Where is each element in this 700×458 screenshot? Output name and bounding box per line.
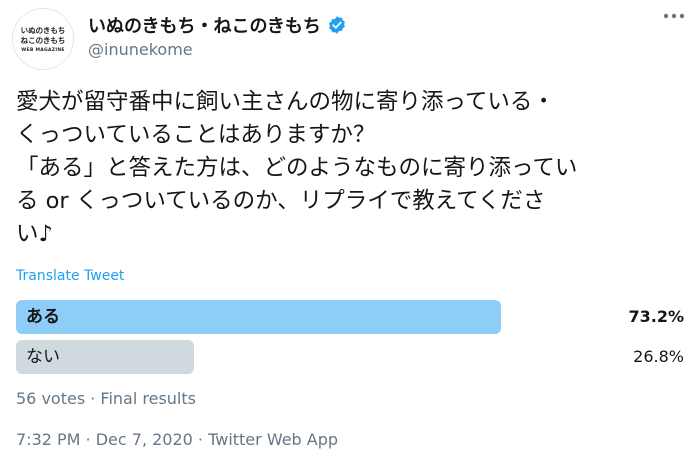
translate-tweet-link[interactable]: Translate Tweet [16,268,124,284]
more-options-icon[interactable] [660,6,688,26]
poll-option-label: ない [26,347,60,367]
poll-option-2: ない 26.8% [16,340,692,374]
poll-option-percent: 26.8% [633,347,684,366]
verified-badge-icon [327,15,347,35]
poll-option-label: ある [26,307,60,327]
poll-bar-1 [16,300,501,334]
author-name-row[interactable]: いぬのきもち・ねこのきもち [88,12,347,38]
avatar[interactable]: いぬのきもち ねこのきもち WEB MAGAZINE [12,8,74,70]
avatar-text-line-3: WEB MAGAZINE [21,47,65,53]
tweet-text: 愛犬が留守番中に飼い主さんの物に寄り添っている・ くっついていることはありますか… [16,89,578,247]
avatar-text-line-1: いぬのきもち [20,25,66,35]
poll-meta: 56 votes · Final results [16,389,196,408]
tweet-timestamp[interactable]: 7:32 PM · Dec 7, 2020 · Twitter Web App [16,430,338,449]
handle[interactable]: @inunekome [88,40,193,59]
avatar-text-line-2: ねこのきもち [20,35,66,45]
poll-option-percent: 73.2% [628,307,684,326]
display-name[interactable]: いぬのきもち・ねこのきもち [88,12,321,38]
poll-option-1: ある 73.2% [16,300,692,334]
